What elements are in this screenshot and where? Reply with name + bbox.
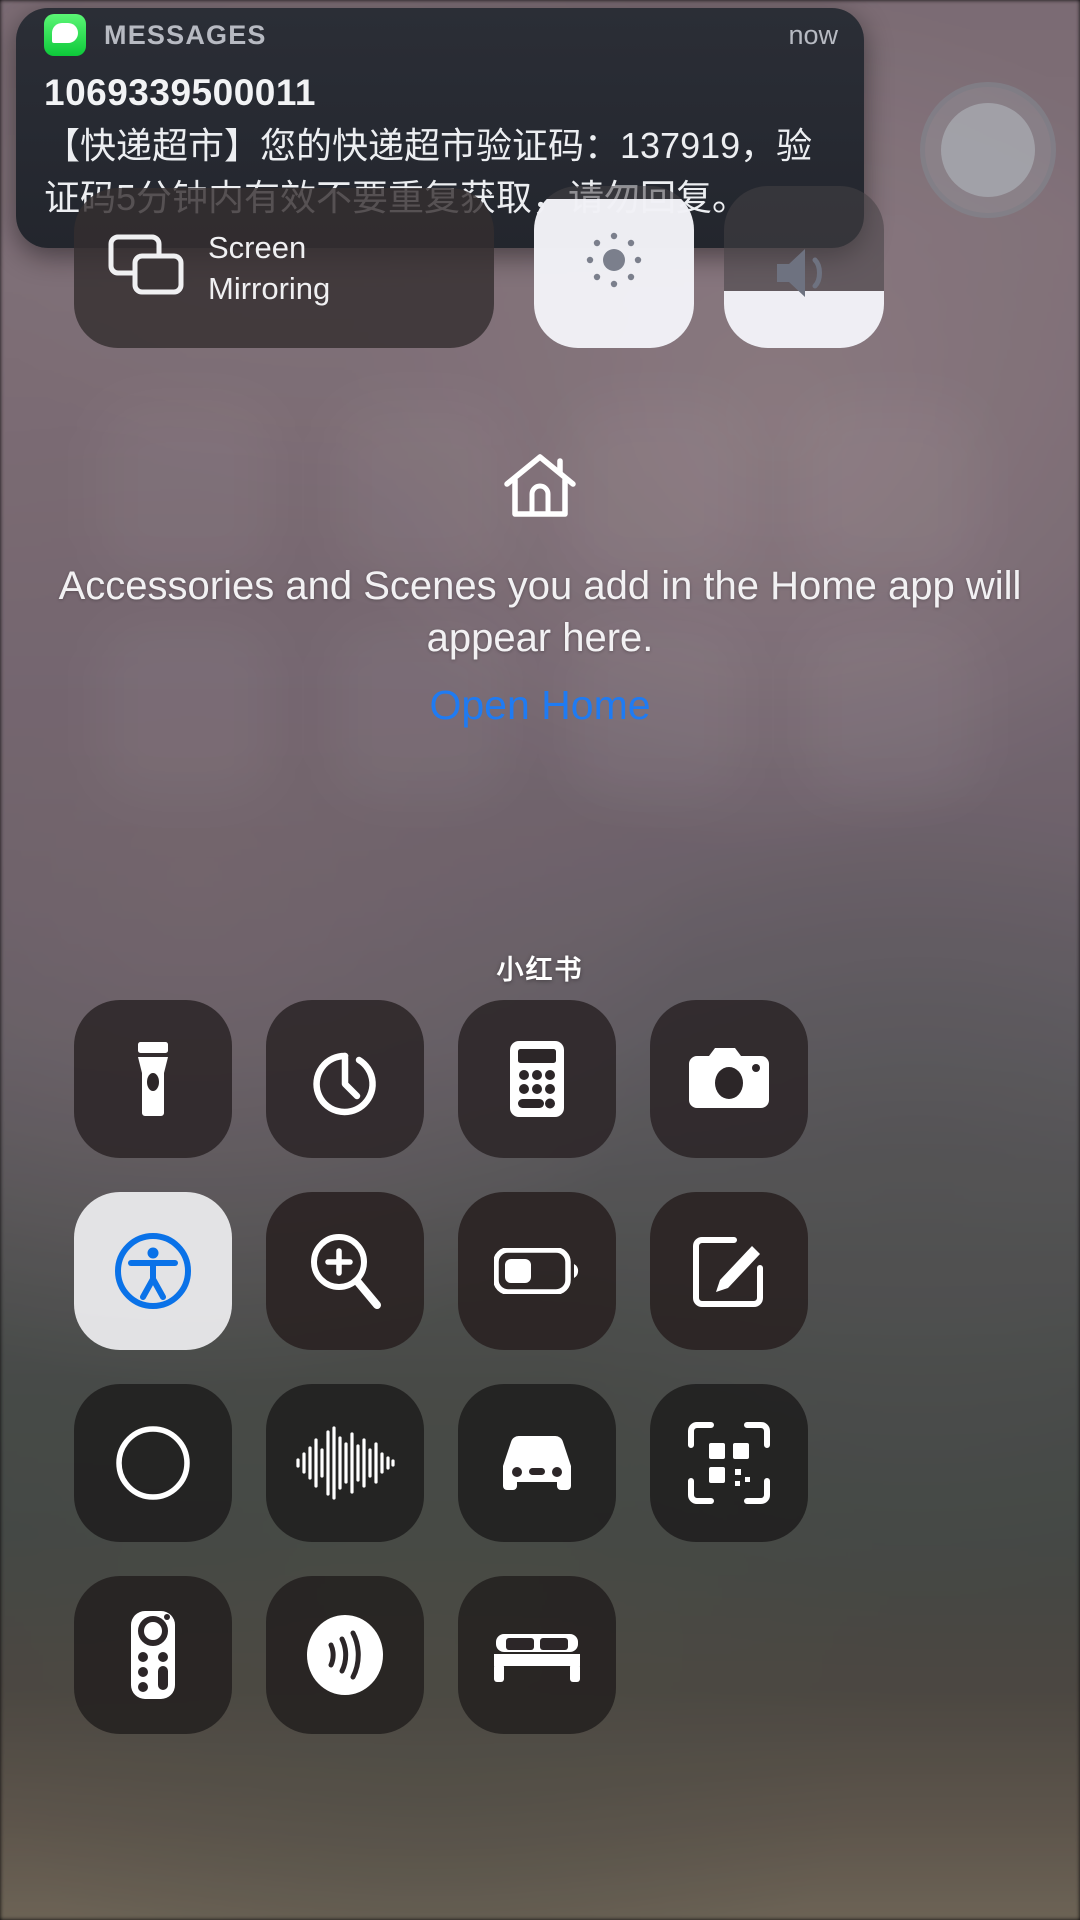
screen-mirroring-label-line2: Mirroring	[208, 271, 331, 306]
accessibility-shortcuts-tile[interactable]	[74, 1192, 232, 1350]
home-icon	[502, 452, 578, 522]
remote-icon	[129, 1609, 177, 1701]
screen-mirroring-icon	[108, 234, 184, 303]
camera-tile[interactable]	[650, 1000, 808, 1158]
magnifier-icon	[305, 1230, 385, 1312]
record-circle-icon	[114, 1424, 192, 1502]
touch-indicator	[920, 82, 1056, 218]
home-empty-message: Accessories and Scenes you add in the Ho…	[58, 564, 1022, 660]
calculator-icon	[508, 1039, 566, 1119]
battery-low-power-icon	[494, 1248, 580, 1294]
timer-icon	[307, 1040, 383, 1118]
calculator-tile[interactable]	[458, 1000, 616, 1158]
brightness-icon	[534, 228, 694, 292]
top-controls-row: Screen Mirroring	[74, 186, 1014, 348]
screen-recording-tile[interactable]	[74, 1384, 232, 1542]
brightness-slider[interactable]	[534, 186, 694, 348]
accessibility-icon	[113, 1231, 193, 1311]
screen-mirroring-tile[interactable]: Screen Mirroring	[74, 188, 494, 348]
home-empty-state: Accessories and Scenes you add in the Ho…	[0, 452, 1080, 729]
voice-memos-tile[interactable]	[266, 1384, 424, 1542]
waveform-icon	[294, 1424, 396, 1502]
ios-control-center-screen: MESSAGES now 1069339500011 【快递超市】您的快递超市验…	[0, 0, 1080, 1920]
notes-icon	[690, 1232, 768, 1310]
apple-tv-remote-tile[interactable]	[74, 1576, 232, 1734]
camera-icon	[687, 1046, 771, 1112]
code-scanner-tile[interactable]	[650, 1384, 808, 1542]
open-home-link[interactable]: Open Home	[0, 682, 1080, 729]
volume-slider[interactable]	[724, 186, 884, 348]
volume-icon	[724, 244, 884, 302]
car-icon	[491, 1432, 583, 1494]
messages-icon	[44, 14, 86, 56]
magnifier-tile[interactable]	[266, 1192, 424, 1350]
qr-scanner-icon	[687, 1421, 771, 1505]
low-power-mode-tile[interactable]	[458, 1192, 616, 1350]
bed-icon	[492, 1624, 582, 1686]
screen-mirroring-label-line1: Screen	[208, 230, 307, 265]
notification-timestamp: now	[788, 19, 838, 50]
app-watermark: 小红书	[496, 955, 584, 986]
notification-sender: 1069339500011	[44, 72, 316, 113]
flashlight-icon	[122, 1040, 184, 1118]
sleep-mode-tile[interactable]	[458, 1576, 616, 1734]
notes-tile[interactable]	[650, 1192, 808, 1350]
notification-header: MESSAGES now	[44, 12, 838, 58]
contactless-icon	[303, 1613, 387, 1697]
timer-tile[interactable]	[266, 1000, 424, 1158]
notification-app-name: MESSAGES	[104, 19, 267, 50]
controls-grid	[74, 1000, 1006, 1734]
nfc-tag-reader-tile[interactable]	[266, 1576, 424, 1734]
flashlight-tile[interactable]	[74, 1000, 232, 1158]
screen-mirroring-label: Screen Mirroring	[208, 227, 330, 309]
driving-focus-tile[interactable]	[458, 1384, 616, 1542]
